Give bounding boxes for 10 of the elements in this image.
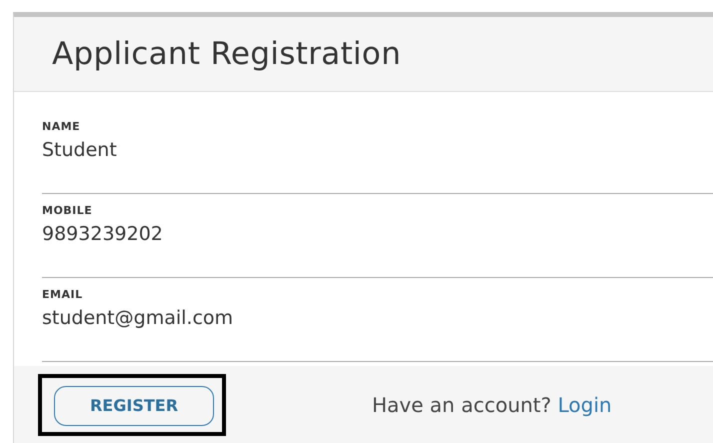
register-button[interactable]: REGISTER <box>54 386 214 426</box>
login-link[interactable]: Login <box>558 392 612 416</box>
field-label: EMAIL <box>42 288 84 301</box>
input-field[interactable]: student@gmail.com <box>42 307 682 329</box>
field-label: MOBILE <box>42 204 94 217</box>
login-prompt: Have an account? Login <box>372 392 612 416</box>
form-title: Applicant Registration <box>52 36 402 72</box>
input-field[interactable]: 9893239202 <box>42 223 682 245</box>
input-field[interactable]: Student <box>42 139 682 161</box>
field-label: NAME <box>42 120 82 133</box>
